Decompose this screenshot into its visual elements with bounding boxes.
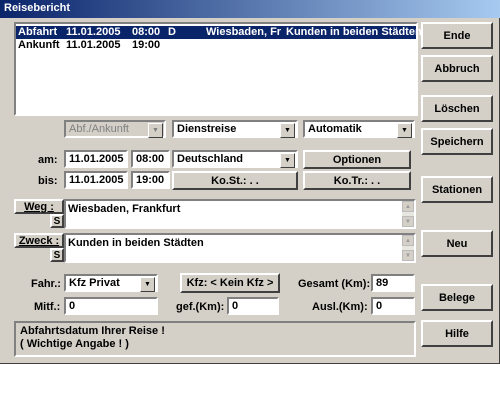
kostentraeger-button[interactable]: Ko.Tr.: . . bbox=[303, 171, 411, 190]
scroll-up-icon[interactable]: ▲ bbox=[402, 201, 414, 212]
mitfahrer-field[interactable]: 0 bbox=[64, 297, 158, 315]
list-item-time: 19:00 bbox=[132, 39, 161, 51]
modus-select[interactable]: Automatik ▼ bbox=[303, 120, 415, 138]
scroll-down-icon[interactable]: ▼ bbox=[402, 216, 414, 227]
fahrzeug-value: Kfz Privat bbox=[69, 277, 120, 289]
gesamt-km-field[interactable]: 89 bbox=[371, 274, 415, 292]
weg-button[interactable]: Weg : bbox=[14, 199, 64, 214]
optionen-button[interactable]: Optionen bbox=[303, 150, 411, 169]
kostenstelle-button[interactable]: Ko.St.: . . bbox=[172, 171, 298, 190]
land-value: Deutschland bbox=[177, 153, 244, 165]
reiseart-select[interactable]: Dienstreise ▼ bbox=[172, 120, 298, 138]
abbruch-button[interactable]: Abbruch bbox=[421, 55, 493, 82]
fahr-label: Fahr.: bbox=[31, 278, 61, 290]
hilfe-button[interactable]: Hilfe bbox=[421, 320, 493, 347]
list-item-type: Ankunft bbox=[18, 39, 60, 51]
list-item-place: Wiesbaden, Fr bbox=[206, 26, 282, 38]
weg-scrollbar[interactable]: ▲ ▼ bbox=[402, 201, 414, 227]
am-label: am: bbox=[38, 154, 58, 166]
chevron-down-icon: ▼ bbox=[148, 123, 163, 138]
status-line-1: Abfahrtsdatum Ihrer Reise ! bbox=[20, 325, 165, 337]
list-item-purpose: Kunden in beiden Städten bbox=[286, 26, 422, 38]
ausl-km-field[interactable]: 0 bbox=[371, 297, 415, 315]
gef-label: gef.(Km): bbox=[176, 301, 225, 313]
list-item-type: Abfahrt bbox=[18, 26, 58, 38]
weg-s-button[interactable]: S bbox=[50, 214, 64, 228]
list-item[interactable]: Abfahrt 11.01.2005 08:00 D Wiesbaden, Fr… bbox=[16, 26, 422, 39]
land-select[interactable]: Deutschland ▼ bbox=[172, 150, 298, 168]
zweck-scrollbar[interactable]: ▲ ▼ bbox=[402, 235, 414, 261]
neu-button[interactable]: Neu bbox=[421, 230, 493, 257]
chevron-down-icon[interactable]: ▼ bbox=[397, 123, 412, 138]
abf-ankunft-select: Abf./Ankunft ▼ bbox=[64, 120, 166, 138]
list-item-time: 08:00 bbox=[132, 26, 161, 38]
zweck-text: Kunden in beiden Städten bbox=[68, 237, 204, 249]
status-line-2: ( Wichtige Angabe ! ) bbox=[20, 338, 129, 350]
modus-value: Automatik bbox=[308, 123, 362, 135]
abf-ankunft-value: Abf./Ankunft bbox=[69, 123, 129, 135]
list-item-flag: D bbox=[168, 26, 176, 38]
loeschen-button[interactable]: Löschen bbox=[421, 95, 493, 122]
ausl-label: Ausl.(Km): bbox=[312, 301, 368, 313]
gesamt-label: Gesamt (Km): bbox=[298, 278, 371, 290]
list-item-date: 11.01.2005 bbox=[66, 39, 121, 51]
zweck-textarea[interactable]: Kunden in beiden Städten ▲ ▼ bbox=[64, 233, 416, 263]
reiseart-value: Dienstreise bbox=[177, 123, 237, 135]
am-time-field[interactable]: 08:00 bbox=[131, 150, 170, 168]
scroll-down-icon[interactable]: ▼ bbox=[402, 250, 414, 261]
status-message: Abfahrtsdatum Ihrer Reise ! ( Wichtige A… bbox=[14, 321, 416, 357]
zweck-s-button[interactable]: S bbox=[50, 248, 64, 262]
am-date-field[interactable]: 11.01.2005 bbox=[64, 150, 128, 168]
window-title: Reisebericht bbox=[0, 0, 500, 18]
weg-text: Wiesbaden, Frankfurt bbox=[68, 203, 181, 215]
ende-button[interactable]: Ende bbox=[421, 22, 493, 49]
station-list[interactable]: Abfahrt 11.01.2005 08:00 D Wiesbaden, Fr… bbox=[14, 22, 422, 116]
bis-time-field[interactable]: 19:00 bbox=[131, 171, 170, 189]
gef-km-field[interactable]: 0 bbox=[227, 297, 279, 315]
list-item-date: 11.01.2005 bbox=[66, 26, 121, 38]
speichern-button[interactable]: Speichern bbox=[421, 128, 493, 155]
stationen-button[interactable]: Stationen bbox=[421, 176, 493, 203]
list-item[interactable]: Ankunft 11.01.2005 19:00 bbox=[16, 39, 416, 52]
kfz-button[interactable]: Kfz: < Kein Kfz > bbox=[180, 273, 280, 293]
scroll-up-icon[interactable]: ▲ bbox=[402, 235, 414, 246]
bis-date-field[interactable]: 11.01.2005 bbox=[64, 171, 128, 189]
bis-label: bis: bbox=[38, 175, 58, 187]
chevron-down-icon[interactable]: ▼ bbox=[140, 277, 155, 292]
zweck-button[interactable]: Zweck : bbox=[14, 233, 64, 248]
weg-textarea[interactable]: Wiesbaden, Frankfurt ▲ ▼ bbox=[64, 199, 416, 229]
belege-button[interactable]: Belege bbox=[421, 284, 493, 311]
fahrzeug-select[interactable]: Kfz Privat ▼ bbox=[64, 274, 158, 292]
chevron-down-icon[interactable]: ▼ bbox=[280, 153, 295, 168]
mitf-label: Mitf.: bbox=[34, 301, 61, 313]
chevron-down-icon[interactable]: ▼ bbox=[280, 123, 295, 138]
